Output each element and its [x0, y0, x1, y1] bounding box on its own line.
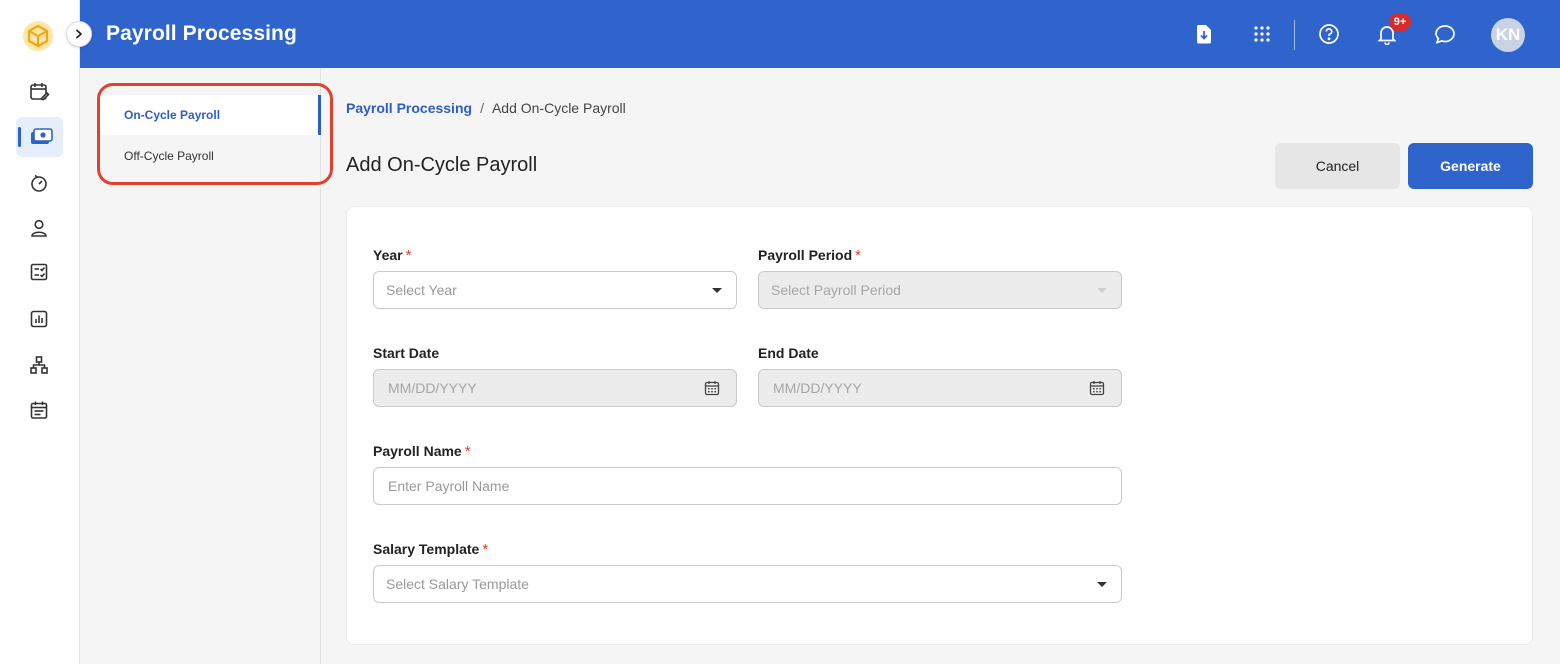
person-icon[interactable] — [26, 215, 52, 241]
payroll-name-placeholder: Enter Payroll Name — [388, 478, 510, 494]
year-label-text: Year — [373, 247, 403, 263]
expand-sidebar-button[interactable] — [66, 21, 92, 47]
org-chart-icon[interactable] — [26, 352, 52, 378]
cancel-button[interactable]: Cancel — [1275, 143, 1400, 189]
end-date-field[interactable]: MM/DD/YYYY — [758, 369, 1122, 407]
page-title: Add On-Cycle Payroll — [346, 154, 538, 176]
breadcrumb-separator: / — [480, 100, 484, 116]
chevron-down-icon — [1097, 288, 1107, 293]
generate-button[interactable]: Generate — [1408, 143, 1533, 189]
salary-template-placeholder: Select Salary Template — [386, 576, 529, 592]
end-date-placeholder: MM/DD/YYYY — [773, 380, 862, 396]
required-asterisk: * — [482, 541, 489, 558]
chat-icon[interactable] — [1433, 22, 1457, 46]
required-asterisk: * — [464, 443, 471, 460]
schedule-icon[interactable] — [26, 397, 52, 423]
year-placeholder: Select Year — [386, 282, 457, 298]
timer-icon[interactable] — [26, 170, 52, 196]
salary-template-label: Salary Template * — [373, 541, 488, 558]
payroll-money-icon[interactable] — [28, 124, 54, 150]
form-card: Year * Select Year Payroll Period * Select… — [346, 206, 1533, 645]
app-logo-icon[interactable] — [22, 20, 54, 52]
year-label: Year * — [373, 247, 411, 264]
checklist-icon[interactable] — [26, 259, 52, 285]
icon-rail — [0, 0, 80, 664]
year-select[interactable]: Select Year — [373, 271, 737, 309]
subnav-item-on-cycle-payroll[interactable]: On-Cycle Payroll — [100, 95, 321, 135]
end-date-label: End Date — [758, 345, 819, 361]
payroll-period-placeholder: Select Payroll Period — [771, 282, 901, 298]
chevron-right-icon — [76, 29, 82, 39]
active-rail-indicator — [18, 127, 21, 147]
payroll-period-select[interactable]: Select Payroll Period — [758, 271, 1122, 309]
help-icon[interactable] — [1317, 22, 1341, 46]
payroll-name-label-text: Payroll Name — [373, 443, 462, 459]
payroll-period-label-text: Payroll Period — [758, 247, 853, 263]
breadcrumb-root-link[interactable]: Payroll Processing — [346, 100, 472, 116]
download-document-icon[interactable] — [1192, 22, 1216, 46]
start-date-placeholder: MM/DD/YYYY — [388, 380, 477, 396]
salary-template-select[interactable]: Select Salary Template — [373, 565, 1122, 603]
report-chart-icon[interactable] — [26, 306, 52, 332]
notification-badge: 9+ — [1389, 13, 1411, 31]
required-asterisk: * — [405, 247, 412, 264]
chevron-down-icon — [712, 288, 722, 293]
page-header-title: Payroll Processing — [106, 22, 297, 45]
payroll-period-label: Payroll Period * — [758, 247, 861, 264]
start-date-field[interactable]: MM/DD/YYYY — [373, 369, 737, 407]
apps-grid-icon[interactable] — [1250, 22, 1274, 46]
payroll-name-input[interactable]: Enter Payroll Name — [373, 467, 1122, 505]
chevron-down-icon — [1097, 582, 1107, 587]
required-asterisk: * — [855, 247, 861, 264]
breadcrumb: Payroll Processing / Add On-Cycle Payroll — [346, 100, 626, 116]
breadcrumb-current: Add On-Cycle Payroll — [491, 100, 626, 116]
payroll-subnav: On-Cycle Payroll Off-Cycle Payroll — [80, 68, 321, 664]
salary-template-label-text: Salary Template — [373, 541, 480, 557]
calendar-edit-icon[interactable] — [26, 79, 52, 105]
calendar-icon[interactable] — [1089, 380, 1105, 396]
header-divider — [1294, 20, 1295, 50]
calendar-icon[interactable] — [704, 380, 720, 396]
payroll-name-label: Payroll Name * — [373, 443, 471, 460]
top-header: Payroll Processing 9+ KN — [80, 0, 1560, 68]
subnav-item-off-cycle-payroll[interactable]: Off-Cycle Payroll — [100, 136, 321, 176]
start-date-label: Start Date — [373, 345, 440, 361]
user-avatar[interactable]: KN — [1491, 18, 1525, 52]
